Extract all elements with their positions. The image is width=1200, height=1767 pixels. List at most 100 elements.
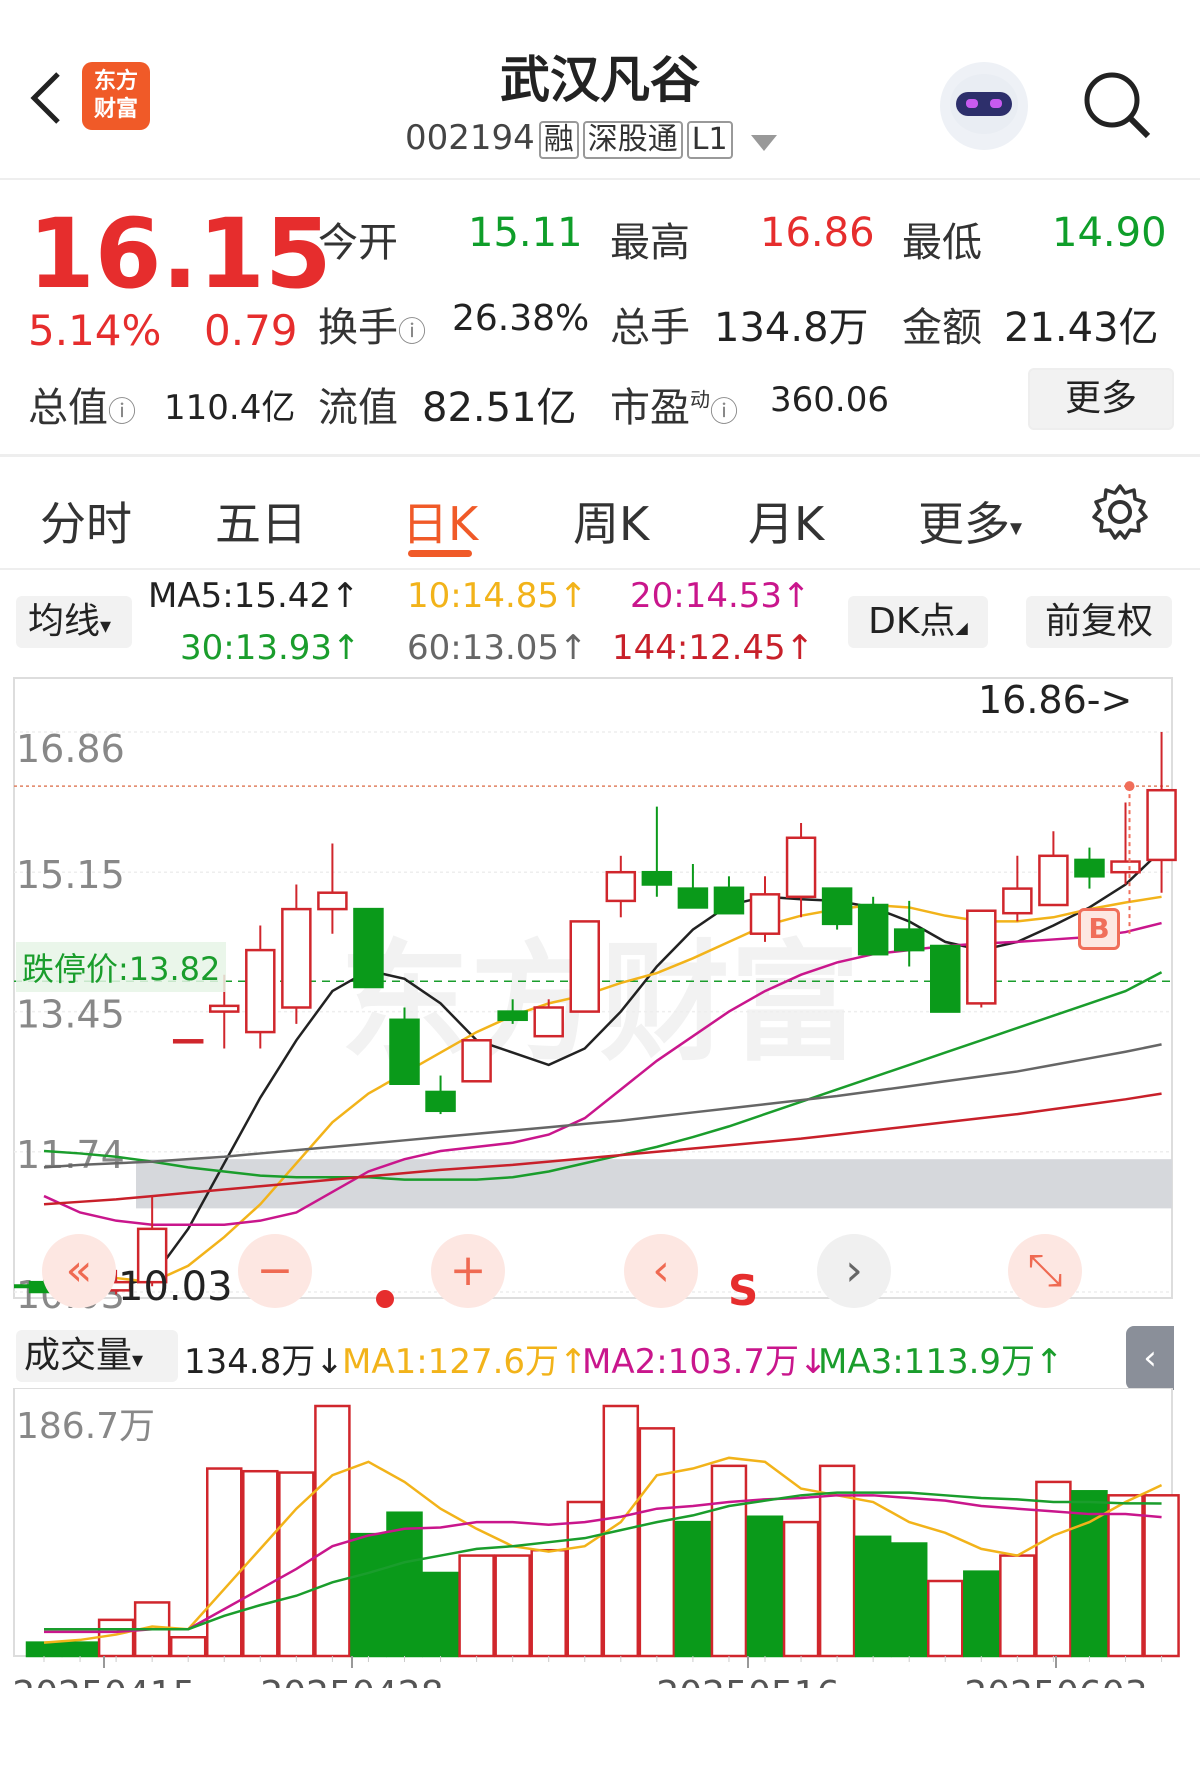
divider (0, 178, 1200, 180)
amount-value: 21.43亿 (1004, 305, 1159, 351)
stock-code-row[interactable]: 002194 融深股通 L1 (405, 118, 778, 160)
volume-label: 总手 (610, 305, 690, 351)
date-label: 20250603 (964, 1674, 1147, 1688)
badge-connect: 深股通 (582, 121, 683, 159)
candle-body (317, 891, 348, 911)
robot-assistant-icon[interactable] (940, 62, 1028, 150)
scroll-left-fast-button[interactable]: « (42, 1234, 116, 1308)
ma5-value: MA5:15.42↑ (148, 576, 360, 616)
adjust-price-button[interactable]: 前复权 (1026, 596, 1172, 648)
zoom-out-button[interactable]: − (238, 1234, 312, 1308)
volume-bar (566, 1500, 604, 1658)
settings-gear-icon[interactable] (1090, 482, 1150, 542)
tab-weekly-k[interactable]: 周K (573, 488, 649, 554)
volume-chart[interactable]: 186.7万 20250415 20250428 20250516 20250603 (0, 1388, 1200, 1688)
scroll-left-button[interactable]: ‹ (624, 1234, 698, 1308)
volume-bar (710, 1464, 748, 1658)
candle-body (1146, 788, 1177, 862)
candle-body (857, 903, 889, 956)
volume-max-label: 186.7万 (16, 1406, 155, 1447)
turnover-label: 换手ⓘ (318, 295, 426, 353)
volume-current: 134.8万↓ (184, 1342, 344, 1382)
kline-chart[interactable]: 东方财富16.8615.1513.4511.7410.03 (0, 668, 1200, 1328)
high-label: 最高 (610, 220, 690, 266)
scroll-right-button[interactable]: › (817, 1234, 891, 1308)
ma10-value: 10:14.85↑ (407, 576, 588, 616)
candle-body (281, 907, 312, 1009)
tab-five-day[interactable]: 五日 (215, 488, 307, 554)
candle-body (497, 1010, 528, 1022)
candle-body (713, 886, 745, 915)
low-value: 14.90 (1052, 210, 1167, 256)
eastmoney-logo: 东方 财富 (82, 62, 150, 130)
collapse-panel-button[interactable]: ‹ (1126, 1326, 1174, 1390)
volume-bar (1143, 1494, 1180, 1658)
logo-text-1: 东方 (93, 69, 138, 94)
volume-ma1: MA1:127.6万↑ (342, 1342, 588, 1382)
volume-bar (350, 1532, 387, 1658)
ma-selector-label: 均线 (28, 601, 101, 642)
y-axis-label: 16.86 (16, 727, 125, 771)
badge-level: L1 (686, 121, 733, 159)
candle-body (966, 909, 997, 1005)
change-amount: 0.79 (204, 306, 298, 355)
open-label: 今开 (318, 220, 398, 266)
low-label: 最低 (902, 220, 982, 266)
ma60-value: 60:13.05↑ (407, 628, 588, 668)
volume-value: 134.8万 (714, 305, 869, 351)
max-price-label: 16.86-> (978, 678, 1133, 722)
min-price-label: 10.03 (118, 1264, 233, 1310)
info-icon[interactable]: ⓘ (710, 395, 738, 428)
candle-body (930, 944, 961, 1013)
corner-triangle-icon: ◢ (955, 618, 968, 637)
zoom-in-button[interactable]: + (431, 1234, 505, 1308)
tab-daily-k[interactable]: 日K (402, 488, 478, 554)
volume-bar (206, 1467, 243, 1658)
turnover-label-text: 换手 (318, 305, 398, 351)
y-axis-label: 13.45 (16, 993, 125, 1037)
volume-bar (638, 1427, 676, 1658)
stock-code: 002194 (405, 118, 535, 158)
ma-selector[interactable]: 均线▾ (16, 596, 132, 648)
sell-signal: S (728, 1266, 759, 1315)
candle-body (425, 1090, 456, 1113)
badge-margin: 融 (538, 121, 579, 159)
candle-body (1110, 860, 1141, 874)
more-button[interactable]: 更多 (1028, 368, 1174, 430)
dropdown-icon: ▾ (100, 614, 112, 639)
stock-title: 武汉凡谷 (500, 51, 700, 109)
dropdown-icon: ▾ (1010, 513, 1023, 542)
volume-bar (1107, 1494, 1144, 1658)
buy-signal-badge[interactable]: B (1078, 908, 1120, 950)
volume-ma2: MA2:103.7万↓ (582, 1342, 828, 1382)
open-value: 15.11 (468, 210, 583, 256)
volume-indicator-selector[interactable]: 成交量▾ (16, 1330, 178, 1382)
candle-body (893, 928, 925, 952)
buy-signal-dot (1124, 781, 1135, 792)
candle-body (353, 907, 384, 989)
current-price: 16.15 (28, 198, 332, 310)
date-label: 20250428 (260, 1674, 443, 1688)
pe-label-text: 市盈 (610, 385, 690, 431)
search-icon[interactable] (1080, 68, 1154, 142)
tab-more[interactable]: 更多▾ (918, 488, 1022, 554)
tab-timeshare[interactable]: 分时 (40, 488, 132, 554)
volume-bar (746, 1515, 784, 1658)
tab-monthly-k[interactable]: 月K (748, 488, 824, 554)
volume-bar (530, 1548, 567, 1658)
info-icon[interactable]: ⓘ (398, 315, 426, 348)
pe-label: 市盈动ⓘ (610, 375, 738, 433)
volume-ma3: MA3:113.9万↑ (818, 1342, 1064, 1382)
volume-bar (1035, 1480, 1072, 1658)
info-icon[interactable]: ⓘ (108, 395, 136, 428)
volume-bar (458, 1554, 495, 1658)
date-label: 20250516 (656, 1674, 839, 1688)
back-icon[interactable] (24, 70, 70, 126)
candle-body (1038, 854, 1069, 907)
dropdown-icon[interactable] (751, 120, 778, 160)
fullscreen-button[interactable]: ⤡ (1008, 1234, 1082, 1308)
volume-bar (674, 1520, 712, 1658)
divider (0, 454, 1200, 457)
candle-body (821, 887, 853, 926)
dk-point-button[interactable]: DK点◢ (848, 596, 988, 648)
